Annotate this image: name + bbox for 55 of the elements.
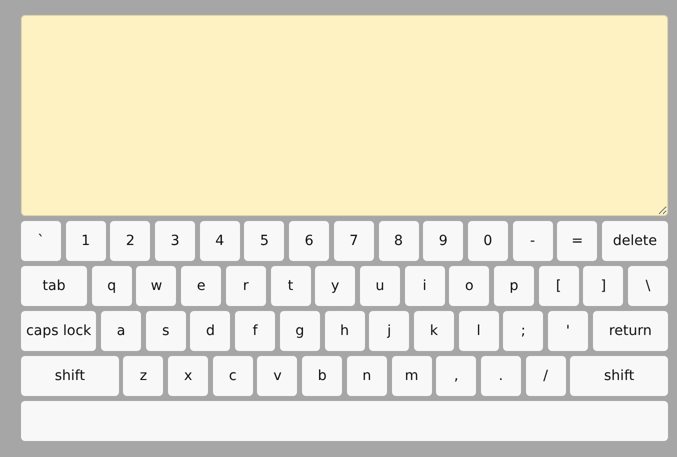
key[interactable]: h	[324, 311, 364, 351]
space-bar[interactable]	[21, 401, 668, 441]
key[interactable]: 0	[468, 221, 508, 261]
key[interactable]: 9	[423, 221, 464, 261]
key[interactable]: 4	[200, 221, 240, 261]
key[interactable]: 8	[378, 221, 418, 261]
key[interactable]: m	[392, 356, 432, 396]
key[interactable]: t	[270, 266, 310, 306]
key[interactable]: y	[315, 266, 356, 306]
key[interactable]: 7	[334, 221, 374, 261]
key[interactable]: u	[360, 266, 400, 306]
key[interactable]: c	[212, 356, 253, 396]
key[interactable]: 2	[110, 221, 150, 261]
key[interactable]: g	[280, 311, 320, 351]
key[interactable]: p	[494, 266, 534, 306]
text-area[interactable]	[21, 15, 668, 216]
key[interactable]: caps lock	[21, 311, 96, 351]
key[interactable]: j	[369, 311, 410, 351]
key[interactable]: v	[257, 356, 298, 396]
key[interactable]: '	[548, 311, 588, 351]
key[interactable]: b	[302, 356, 342, 396]
key[interactable]: w	[136, 266, 176, 306]
key[interactable]: delete	[602, 221, 668, 261]
key[interactable]: ;	[503, 311, 544, 351]
key[interactable]: [	[538, 266, 579, 306]
key[interactable]: shift	[570, 356, 668, 396]
key[interactable]: `	[21, 221, 61, 261]
key[interactable]: -	[512, 221, 553, 261]
key[interactable]: 6	[289, 221, 330, 261]
key[interactable]: .	[480, 356, 521, 396]
key[interactable]: q	[92, 266, 132, 306]
key[interactable]: 5	[244, 221, 284, 261]
key[interactable]: ]	[583, 266, 624, 306]
key[interactable]: 1	[66, 221, 106, 261]
key[interactable]: x	[168, 356, 208, 396]
key[interactable]: o	[449, 266, 490, 306]
key[interactable]: f	[235, 311, 276, 351]
key[interactable]: shift	[21, 356, 119, 396]
key[interactable]: e	[181, 266, 222, 306]
key[interactable]: ,	[436, 356, 476, 396]
key[interactable]: r	[226, 266, 266, 306]
key[interactable]: n	[346, 356, 387, 396]
key[interactable]: k	[414, 311, 454, 351]
key[interactable]: 3	[155, 221, 196, 261]
key[interactable]: i	[404, 266, 445, 306]
key[interactable]: s	[146, 311, 186, 351]
key[interactable]: d	[190, 311, 230, 351]
key[interactable]: a	[101, 311, 142, 351]
key[interactable]: /	[526, 356, 566, 396]
key[interactable]: \	[628, 266, 668, 306]
key[interactable]: z	[123, 356, 164, 396]
key[interactable]: =	[557, 221, 598, 261]
key[interactable]: return	[592, 311, 668, 351]
key[interactable]: l	[458, 311, 499, 351]
key[interactable]: tab	[21, 266, 88, 306]
